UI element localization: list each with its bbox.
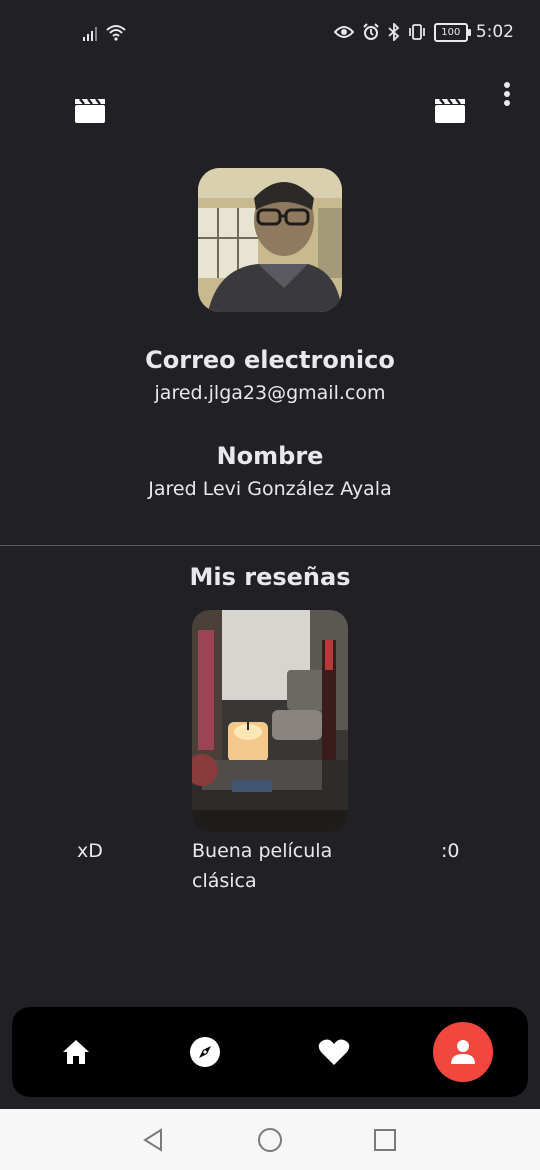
- review-caption: Buena película clásica: [192, 840, 333, 892]
- avatar[interactable]: [198, 168, 342, 312]
- back-icon[interactable]: [141, 1127, 167, 1153]
- review-caption: :0: [441, 840, 460, 862]
- bluetooth-icon: [388, 23, 400, 41]
- signal-icon: [83, 27, 97, 41]
- wifi-icon: [106, 25, 126, 41]
- heart-icon: [318, 1039, 350, 1065]
- explore-icon: [190, 1037, 220, 1067]
- status-time: 5:02: [475, 22, 514, 42]
- battery-icon: 100: [433, 22, 471, 42]
- nav-explore[interactable]: [175, 1022, 235, 1082]
- nav-profile[interactable]: [433, 1022, 493, 1082]
- movie-clapper-icon[interactable]: [435, 97, 465, 123]
- review-caption: xD: [77, 840, 103, 862]
- nav-home[interactable]: [46, 1022, 106, 1082]
- system-nav: [0, 1109, 540, 1170]
- eye-icon: [333, 26, 354, 38]
- status-bar: 100 5:02: [0, 0, 540, 68]
- review-photo[interactable]: [192, 610, 348, 832]
- reviews-title: Mis reseñas: [189, 563, 351, 591]
- status-left: [82, 24, 126, 41]
- movie-clapper-icon[interactable]: [75, 97, 105, 123]
- name-value: Jared Levi González Ayala: [148, 478, 392, 500]
- nav-favorites[interactable]: [304, 1022, 364, 1082]
- person-icon: [451, 1040, 475, 1064]
- divider: [0, 545, 540, 546]
- alarm-icon: [363, 23, 379, 40]
- vibrate-icon: [408, 24, 425, 40]
- bottom-nav: [12, 1007, 528, 1097]
- email-label: Correo electronico: [145, 346, 395, 374]
- status-right: 100 5:02: [333, 22, 514, 42]
- home-icon: [63, 1040, 89, 1064]
- recents-icon[interactable]: [372, 1127, 398, 1153]
- name-label: Nombre: [216, 442, 324, 470]
- more-vert-icon[interactable]: [500, 82, 514, 112]
- email-value: jared.jlga23@gmail.com: [154, 382, 386, 404]
- home-circle-icon[interactable]: [257, 1127, 283, 1153]
